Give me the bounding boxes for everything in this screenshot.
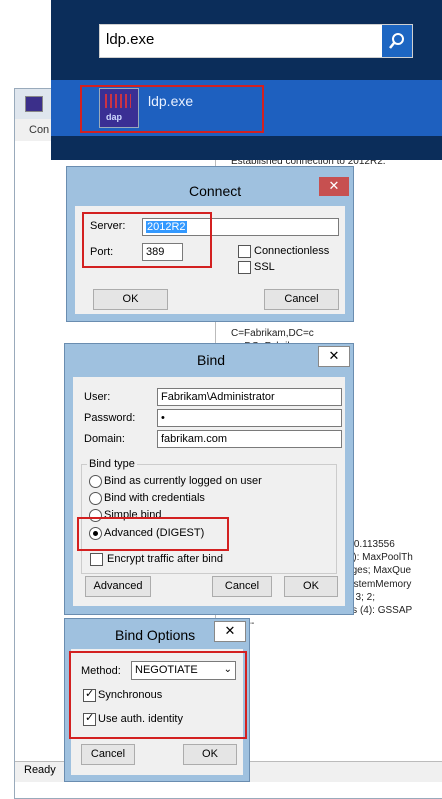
option-current-user: Bind as currently logged on user [104,475,262,487]
advanced-button[interactable]: Advanced [85,576,151,597]
search-button[interactable] [382,25,412,57]
highlight-search-result [80,85,264,133]
radio-credentials[interactable] [89,492,102,505]
domain-label: Domain: [84,433,125,445]
ldp-window-icon [25,96,43,112]
connect-body: Server: 2012R2 Port: 389 Connectionless … [75,206,345,314]
search-box[interactable]: ldp.exe [99,24,413,58]
bind-options-dialog: Bind Options ✕ Method: NEGOTIATE ⌄ Synch… [64,618,250,782]
user-field[interactable]: Fabrikam\Administrator [157,388,342,406]
bind-options-body: Method: NEGOTIATE ⌄ Synchronous Use auth… [69,649,247,775]
ok-button[interactable]: OK [183,744,237,765]
start-search-panel: ldp.exe dap ldp.exe [51,0,442,160]
status-text: Ready [24,764,56,776]
ok-button[interactable]: OK [93,289,168,310]
menu-connection[interactable]: Con [29,124,49,136]
ssl-label: SSL [254,261,275,273]
close-icon[interactable]: ✕ [319,177,349,196]
ssl-checkbox[interactable] [238,261,251,274]
dialog-title: Bind Options [115,627,196,643]
password-field[interactable]: • [157,409,342,427]
encrypt-label: Encrypt traffic after bind [107,553,223,565]
connectionless-checkbox[interactable] [238,245,251,258]
output-line: ------- [231,617,442,630]
highlight-server-port [82,212,212,268]
highlight-advanced-digest [77,517,229,551]
output-line: C=Fabrikam,DC=c [231,327,314,339]
close-icon[interactable]: ✕ [318,346,350,367]
connectionless-label: Connectionless [254,245,330,257]
highlight-bind-options [69,651,247,739]
connect-dialog: Connect ✕ Server: 2012R2 Port: 389 Conne… [66,166,354,322]
close-icon[interactable]: ✕ [214,621,246,642]
cancel-button[interactable]: Cancel [264,289,339,310]
cancel-button[interactable]: Cancel [212,576,272,597]
cancel-button[interactable]: Cancel [81,744,135,765]
user-label: User: [84,391,111,403]
dialog-title: Bind [197,352,226,368]
option-credentials: Bind with credentials [104,492,205,504]
radio-current-user[interactable] [89,475,102,488]
password-label: Password: [84,412,136,424]
bind-type-label: Bind type [87,458,137,470]
bind-body: User: Fabrikam\Administrator Password: •… [73,377,345,606]
domain-field[interactable]: fabrikam.com [157,430,342,448]
search-input[interactable]: ldp.exe [106,31,154,48]
encrypt-checkbox[interactable] [90,553,103,566]
bind-dialog: Bind ✕ User: Fabrikam\Administrator Pass… [64,343,354,615]
search-icon [389,33,404,49]
dialog-title: Connect [189,183,242,199]
ok-button[interactable]: OK [284,576,338,597]
